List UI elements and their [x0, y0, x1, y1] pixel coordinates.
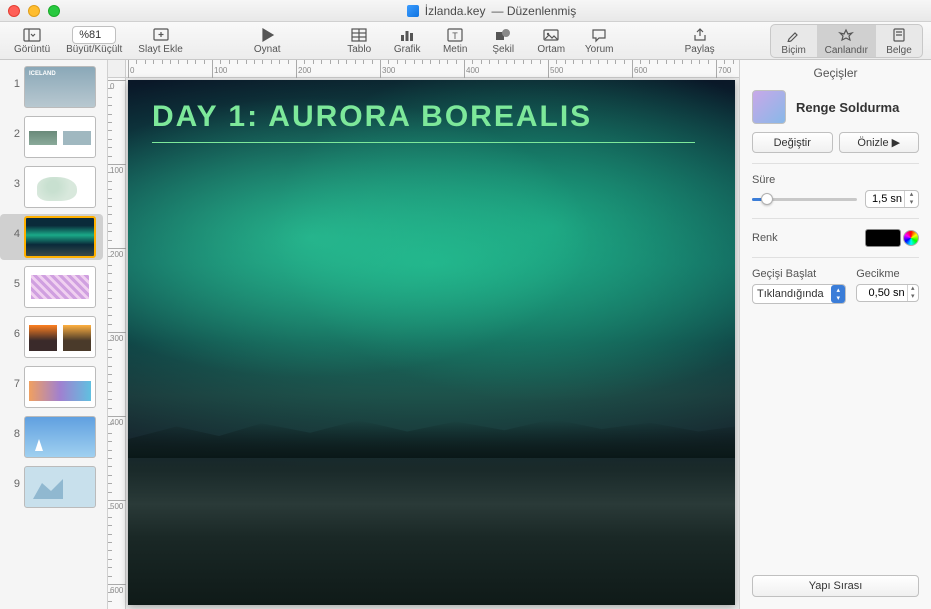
share-icon: [691, 27, 709, 43]
horizontal-ruler: 0100200300400500600700: [126, 60, 739, 78]
slide-thumb-1[interactable]: 1: [0, 64, 103, 110]
inspector-tabs: Biçim Canlandır Belge: [770, 24, 923, 58]
comment-icon: [590, 27, 608, 43]
share-button[interactable]: Paylaş: [678, 23, 722, 59]
media-button[interactable]: Ortam: [529, 23, 573, 59]
build-order-button[interactable]: Yapı Sırası: [752, 575, 919, 597]
delay-label: Gecikme: [856, 268, 919, 280]
color-swatch[interactable]: [865, 229, 901, 247]
svg-text:T: T: [452, 31, 458, 41]
zoom-button[interactable]: %81 Büyüt/Küçült: [60, 23, 128, 59]
transition-preview-swatch: [752, 90, 786, 124]
slide-thumb-9[interactable]: 9: [0, 464, 103, 510]
stepper-down-icon[interactable]: ▾: [905, 199, 918, 207]
preview-transition-button[interactable]: Önizle▶: [839, 132, 920, 153]
duration-label: Süre: [752, 174, 919, 186]
slide-thumb-8[interactable]: 8: [0, 414, 103, 460]
start-transition-label: Geçişi Başlat: [752, 268, 846, 280]
document-tab[interactable]: Belge: [876, 25, 922, 57]
slide-title-underline: [152, 142, 695, 143]
slide-thumb-4[interactable]: 4: [0, 214, 103, 260]
slide-navigator[interactable]: 1 2 3 4 5 6 7 8 9: [0, 60, 108, 609]
inspector-header: Geçişler: [740, 60, 931, 84]
slide-thumb-6[interactable]: 6: [0, 314, 103, 360]
slide-thumb-2[interactable]: 2: [0, 114, 103, 160]
color-label: Renk: [752, 232, 778, 244]
add-slide-button[interactable]: Slayt Ekle: [132, 23, 188, 59]
slide-thumb-5[interactable]: 5: [0, 264, 103, 310]
duration-slider[interactable]: [752, 198, 857, 201]
format-tab[interactable]: Biçim: [771, 25, 817, 57]
color-wheel-icon[interactable]: [903, 230, 919, 246]
inspector-panel: Geçişler Renge Soldurma Değiştir Önizle▶…: [739, 60, 931, 609]
table-icon: [350, 27, 368, 43]
duration-stepper[interactable]: ▴▾: [865, 190, 919, 208]
stepper-down-icon[interactable]: ▾: [908, 293, 918, 301]
slide-thumb-7[interactable]: 7: [0, 364, 103, 410]
document-icon: [891, 28, 907, 45]
plus-icon: [152, 27, 170, 43]
zoom-select[interactable]: %81: [72, 26, 116, 44]
animate-icon: [838, 28, 854, 45]
comment-button[interactable]: Yorum: [577, 23, 621, 59]
duration-input[interactable]: [866, 191, 904, 207]
select-arrows-icon: ▴▾: [831, 285, 845, 303]
document-status: — Düzenlenmiş: [491, 4, 576, 18]
stepper-up-icon[interactable]: ▴: [908, 285, 918, 293]
view-icon: [23, 27, 41, 43]
window-minimize-button[interactable]: [28, 5, 40, 17]
slide-thumb-3[interactable]: 3: [0, 164, 103, 210]
ruler-corner: [108, 60, 126, 78]
text-icon: T: [446, 27, 464, 43]
start-transition-select[interactable]: Tıklandığında ▴▾: [752, 284, 846, 304]
change-transition-button[interactable]: Değiştir: [752, 132, 833, 153]
delay-stepper[interactable]: ▴▾: [856, 284, 919, 302]
window-maximize-button[interactable]: [48, 5, 60, 17]
animate-tab[interactable]: Canlandır: [817, 25, 876, 57]
text-button[interactable]: T Metin: [433, 23, 477, 59]
table-button[interactable]: Tablo: [337, 23, 381, 59]
duration-slider-thumb[interactable]: [761, 193, 773, 205]
toolbar: Görüntü %81 Büyüt/Küçült Slayt Ekle Oyna…: [0, 22, 931, 60]
slide-background: [128, 80, 735, 605]
document-filename: İzlanda.key: [425, 4, 486, 18]
brush-icon: [786, 28, 802, 45]
shape-icon: [494, 27, 512, 43]
media-icon: [542, 27, 560, 43]
canvas-area: 0100200300400500600700 01002003004005006…: [108, 60, 739, 609]
slide-canvas[interactable]: DAY 1: AURORA BOREALIS: [128, 80, 735, 605]
shape-button[interactable]: Şekil: [481, 23, 525, 59]
window-titlebar: İzlanda.key — Düzenlenmiş: [0, 0, 931, 22]
play-small-icon: ▶: [892, 136, 900, 149]
stepper-up-icon[interactable]: ▴: [905, 191, 918, 199]
window-close-button[interactable]: [8, 5, 20, 17]
play-button[interactable]: Oynat: [245, 23, 289, 59]
chart-icon: [398, 27, 416, 43]
transition-name: Renge Soldurma: [796, 100, 899, 115]
delay-input[interactable]: [857, 285, 906, 301]
slide-title-text[interactable]: DAY 1: AURORA BOREALIS: [152, 100, 592, 134]
view-button[interactable]: Görüntü: [8, 23, 56, 59]
document-icon: [407, 5, 419, 17]
vertical-ruler: 0100200300400500600: [108, 78, 126, 609]
play-icon: [258, 27, 276, 43]
chart-button[interactable]: Grafik: [385, 23, 429, 59]
